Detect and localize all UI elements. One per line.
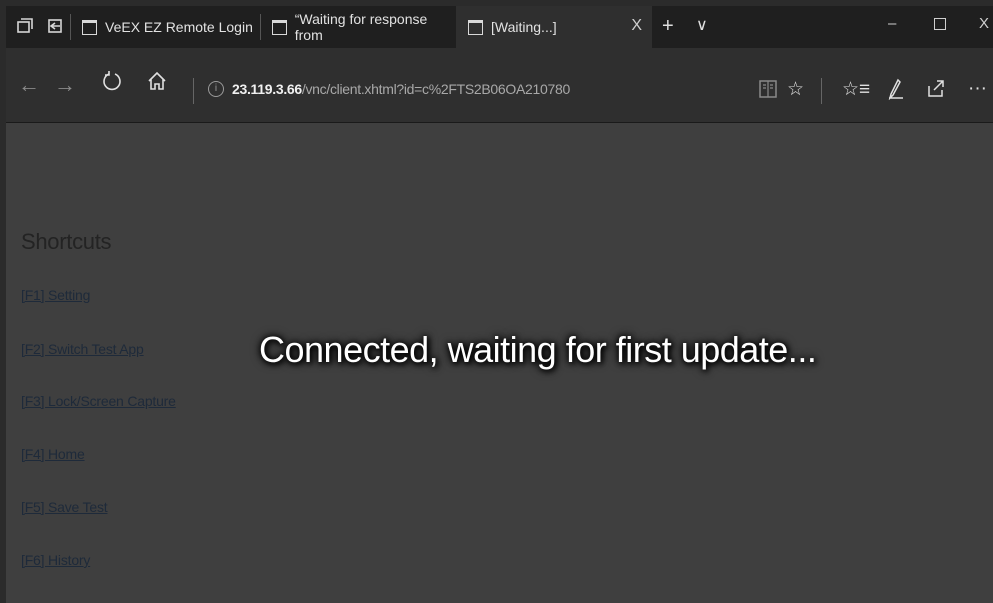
address-url[interactable]: 23.119.3.66/vnc/client.xhtml?id=c%2FTS2B… <box>232 81 570 97</box>
site-info-icon[interactable]: i <box>208 81 224 97</box>
shortcut-f3-lock-screen-capture[interactable]: [F3] Lock/Screen Capture <box>21 393 176 409</box>
connection-status-message: Connected, waiting for first update... <box>259 329 817 370</box>
shortcut-f1-setting[interactable]: [F1] Setting <box>21 287 90 303</box>
shortcuts-heading: Shortcuts <box>21 229 112 254</box>
tab-waiting-active[interactable]: [Waiting...] X <box>456 6 652 48</box>
tab-title: [Waiting...] <box>491 19 557 35</box>
favorite-star-icon[interactable]: ☆ <box>787 78 804 101</box>
page-icon <box>468 19 483 35</box>
tab-list-chevron-icon[interactable]: ∨ <box>696 14 708 38</box>
refresh-icon[interactable] <box>101 70 123 98</box>
share-icon[interactable] <box>926 78 946 104</box>
tab-veex-login[interactable]: VeEX EZ Remote Login <box>70 6 260 48</box>
browser-window: VeEX EZ Remote Login “Waiting for respon… <box>6 6 993 603</box>
shortcut-f6-history[interactable]: [F6] History <box>21 552 90 568</box>
url-host: 23.119.3.66 <box>232 81 302 97</box>
minimize-button[interactable]: – <box>888 15 896 32</box>
set-tabs-aside-icon[interactable] <box>46 17 64 35</box>
shortcut-f2-switch-test-app[interactable]: [F2] Switch Test App <box>21 341 144 357</box>
tab-waiting-response[interactable]: “Waiting for response from <box>260 6 456 48</box>
forward-arrow-icon[interactable]: → <box>54 72 76 98</box>
tab-title: VeEX EZ Remote Login <box>105 19 253 35</box>
new-tab-button[interactable]: + <box>662 14 674 38</box>
home-icon[interactable] <box>146 70 168 98</box>
url-path: /vnc/client.xhtml?id=c%2FTS2B06OA210780 <box>301 81 570 97</box>
shortcut-f4-home[interactable]: [F4] Home <box>21 446 85 462</box>
url-separator <box>193 78 194 104</box>
page-icon <box>82 19 97 35</box>
tab-bar: VeEX EZ Remote Login “Waiting for respon… <box>6 6 993 48</box>
tab-title: “Waiting for response from <box>294 11 428 43</box>
more-options-icon[interactable]: ··· <box>968 78 987 100</box>
tab-previews-icon[interactable] <box>16 17 34 35</box>
reading-view-icon[interactable] <box>758 79 778 105</box>
close-tab-icon[interactable]: X <box>631 17 642 35</box>
back-arrow-icon[interactable]: ← <box>18 72 40 98</box>
shortcut-f5-save-test[interactable]: [F5] Save Test <box>21 499 108 515</box>
toolbar-separator <box>821 78 822 104</box>
maximize-button[interactable] <box>934 18 946 30</box>
close-window-button[interactable]: X <box>979 15 989 32</box>
web-note-pen-icon[interactable] <box>886 78 906 106</box>
favorites-hub-icon[interactable]: ☆≡ <box>842 78 870 101</box>
page-icon <box>272 19 287 35</box>
address-bar-row: ← → i 23.119.3.66/vnc/client.xhtml?id=c%… <box>6 48 993 123</box>
vnc-page-content: Shortcuts [F1] Setting [F2] Switch Test … <box>6 123 993 603</box>
